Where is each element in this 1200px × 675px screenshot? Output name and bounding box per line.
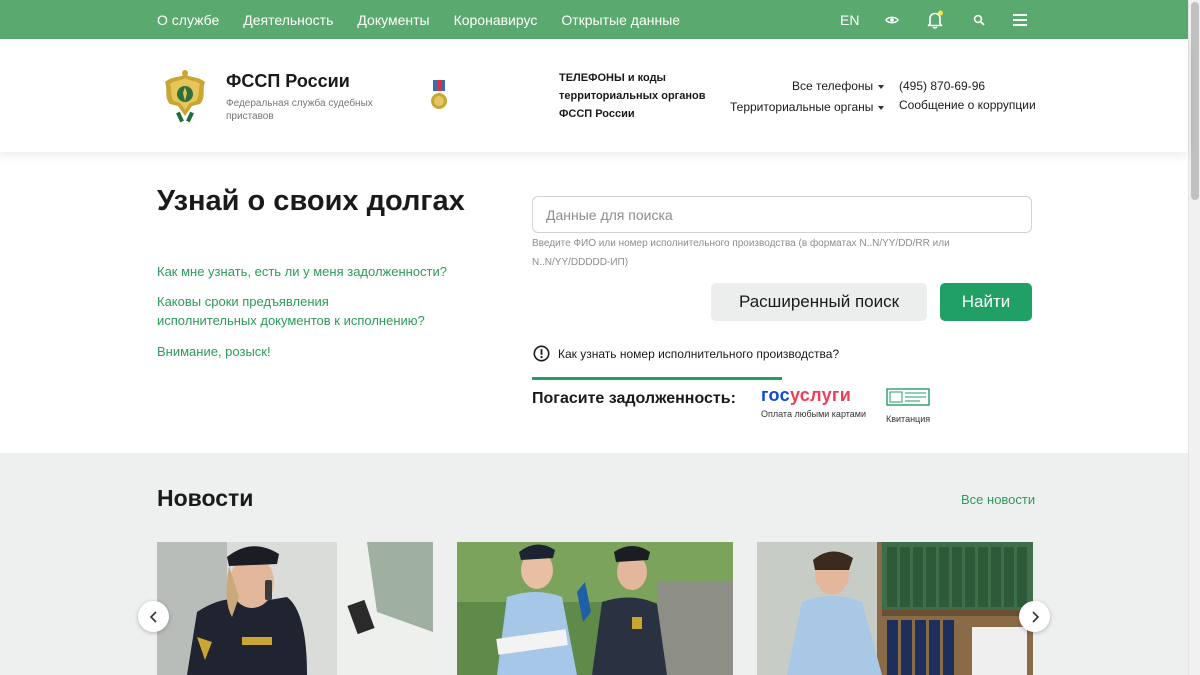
nav-item-documents[interactable]: Документы [357,12,429,28]
news-card-photo[interactable] [157,542,433,675]
receipt-payment[interactable]: Квитанция [886,388,936,424]
wanted-link[interactable]: Внимание, розыск! [157,342,357,361]
nav-item-coronavirus[interactable]: Коронавирус [454,12,538,28]
corruption-report-link[interactable]: Сообщение о коррупции [899,98,1036,112]
territorial-label: Территориальные органы [730,100,874,114]
top-right-tools: EN [840,0,860,39]
top-menu: О службе Деятельность Документы Коронави… [157,0,704,39]
news-photo-officer-archive [757,542,1033,675]
carousel-prev-button[interactable] [138,601,169,632]
advanced-search-button[interactable]: Расширенный поиск [711,283,927,321]
bell-icon[interactable] [924,9,946,31]
medal-icon [430,80,448,112]
language-switch[interactable]: EN [840,12,860,28]
info-icon [533,345,550,362]
pay-divider [532,377,782,380]
news-title: Новости [157,485,254,511]
nav-item-about[interactable]: О службе [157,12,219,28]
chevron-right-icon [1031,610,1039,623]
phones-title[interactable]: ТЕЛЕФОНЫ и коды территориальных органов … [559,69,709,123]
all-phones-label: Все телефоны [792,79,874,93]
find-button[interactable]: Найти [940,283,1032,321]
page-scrollbar[interactable] [1188,0,1200,675]
search-input[interactable] [532,196,1032,233]
receipt-caption: Квитанция [886,414,931,424]
site-header: ФССП России Федеральная служба судебных … [0,39,1188,152]
news-photo-officers-documents [457,542,733,675]
news-card-photo[interactable] [757,542,1033,675]
phone-number[interactable]: (495) 870-69-96 [899,79,985,93]
chevron-left-icon [149,610,157,623]
territorial-dropdown[interactable]: Территориальные органы [730,100,885,114]
top-navigation-bar: О службе Деятельность Документы Коронави… [0,0,1188,39]
search-icon[interactable] [968,9,990,31]
pay-label: Погасите задолженность: [532,390,736,407]
chevron-down-icon [878,84,885,89]
org-title[interactable]: ФССП России [226,71,350,92]
search-hint: Введите ФИО или номер исполнительного пр… [532,238,950,268]
news-card-photo[interactable] [457,542,733,675]
nav-item-activity[interactable]: Деятельность [243,12,333,28]
org-subtitle: Федеральная служба судебных приставов [226,98,373,122]
fssp-emblem-icon[interactable] [160,68,210,124]
chevron-down-icon [878,105,885,110]
debt-search-section: Узнай о своих долгах Как мне узнать, ест… [0,152,1188,453]
scrollbar-thumb[interactable] [1191,2,1199,200]
gosuslugi-caption: Оплата любыми картами [761,409,866,419]
faq-link-terms[interactable]: Каковы сроки предъявления исполнительных… [157,292,427,330]
gosuslugi-logo-part-a: гос [761,385,790,405]
all-phones-dropdown[interactable]: Все телефоны [792,79,885,93]
howto-case-number-link[interactable]: Как узнать номер исполнительного произво… [533,345,839,362]
hero-title: Узнай о своих долгах [157,185,465,217]
receipt-icon [886,388,930,406]
nav-item-open-data[interactable]: Открытые данные [561,12,680,28]
gosuslugi-payment[interactable]: госуслуги Оплата любыми картами [761,384,871,419]
faq-link-debts[interactable]: Как мне узнать, есть ли у меня задолженн… [157,262,457,281]
carousel-next-button[interactable] [1019,601,1050,632]
howto-label: Как узнать номер исполнительного произво… [558,346,840,361]
gosuslugi-logo-part-b: услуги [789,385,852,405]
news-photo-officer-phone [157,542,433,675]
eye-icon[interactable] [881,9,903,31]
menu-icon[interactable] [1009,9,1031,31]
gosuslugi-logo: госуслуги [761,384,871,406]
all-news-link[interactable]: Все новости [961,492,1035,507]
